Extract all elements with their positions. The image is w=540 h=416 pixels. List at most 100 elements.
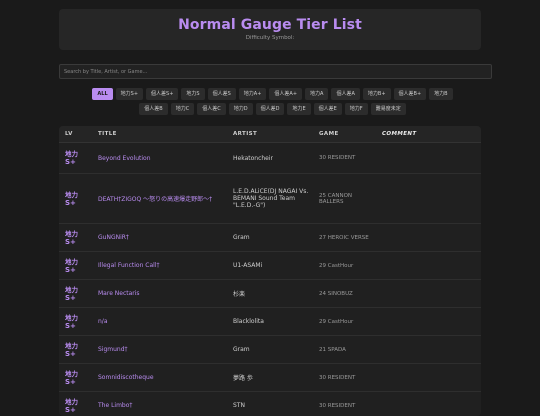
level-cell: 地力S+: [59, 143, 92, 174]
filter-row-1: ALL 地力S+個人差S+地力S 個人差S地力A+個人差A+地力A個人差A 地力B+個…: [59, 88, 486, 100]
search-input[interactable]: [59, 64, 492, 79]
level-cell: 地力S+: [59, 364, 92, 392]
column-header-lv[interactable]: LV: [59, 126, 92, 143]
song-game: 30 RESIDENT: [313, 392, 376, 416]
song-game: 24 SINOBUZ: [313, 280, 376, 308]
filter-button[interactable]: 地力C: [171, 103, 195, 115]
song-artist: L.E.D.ALiCE(DJ NAGAI Vs. BEMANI Sound Te…: [227, 174, 313, 224]
song-artist: Blacklolita: [227, 308, 313, 336]
level-category: 地力: [65, 286, 78, 294]
song-game: 29 CastHour: [313, 308, 376, 336]
column-header-comment: COMMENT: [376, 126, 481, 143]
song-title[interactable]: DEATH†ZIGOQ ～怒りの高速爆走野郎～†: [92, 174, 227, 224]
song-comment: [376, 174, 481, 224]
filter-button[interactable]: 個人差A+: [269, 88, 302, 100]
song-comment: [376, 336, 481, 364]
level-category: 地力: [65, 191, 78, 199]
song-game: 21 SPADA: [313, 336, 376, 364]
filter-button[interactable]: 個人差D: [256, 103, 285, 115]
filter-button[interactable]: 個人差S+: [146, 88, 178, 100]
level-category: 地力: [65, 342, 78, 350]
song-title[interactable]: Mare Nectaris: [92, 280, 227, 308]
table-row[interactable]: 地力S+GuNGNiR†Gram27 HEROIC VERSE: [59, 224, 481, 252]
filter-button[interactable]: 地力A: [305, 88, 328, 100]
filter-button[interactable]: 個人差C: [197, 103, 226, 115]
filter-button[interactable]: 地力B: [429, 88, 452, 100]
level-category: 地力: [65, 230, 78, 238]
table-row[interactable]: 地力S+Sigmund†Gram21 SPADA: [59, 336, 481, 364]
song-title[interactable]: Sigmund†: [92, 336, 227, 364]
level-grade: S+: [65, 406, 92, 414]
level-grade: S+: [65, 238, 92, 246]
song-artist: U1-ASAMi: [227, 252, 313, 280]
level-grade: S+: [65, 266, 92, 274]
song-artist: Gram: [227, 224, 313, 252]
level-cell: 地力S+: [59, 308, 92, 336]
song-artist: Hekatoncheir: [227, 143, 313, 174]
song-comment: [376, 280, 481, 308]
table-row[interactable]: 地力S+Mare Nectaris杉楽24 SINOBUZ: [59, 280, 481, 308]
song-comment: [376, 308, 481, 336]
table-row[interactable]: 地力S+The Limbo†STN30 RESIDENT: [59, 392, 481, 416]
level-cell: 地力S+: [59, 392, 92, 416]
page-header: Normal Gauge Tier List Difficulty Symbol…: [59, 9, 481, 50]
tier-table: LV TITLE ARTIST GAME COMMENT 地力S+Beyond …: [59, 126, 481, 416]
song-artist: 杉楽: [227, 280, 313, 308]
level-category: 地力: [65, 258, 78, 266]
filter-button[interactable]: 個人差A: [331, 88, 359, 100]
column-header-game[interactable]: GAME: [313, 126, 376, 143]
filter-button-all[interactable]: ALL: [92, 88, 112, 100]
song-game: 29 CastHour: [313, 252, 376, 280]
table-row[interactable]: 地力S+DEATH†ZIGOQ ～怒りの高速爆走野郎～†L.E.D.ALiCE(…: [59, 174, 481, 224]
song-comment: [376, 224, 481, 252]
filter-button[interactable]: 地力S+: [116, 88, 143, 100]
song-artist: 夢路 歩: [227, 364, 313, 392]
level-category: 地力: [65, 314, 78, 322]
filter-button[interactable]: 地力B+: [363, 88, 391, 100]
song-title[interactable]: Beyond Evolution: [92, 143, 227, 174]
filter-button[interactable]: 個人差S: [208, 88, 236, 100]
table-row[interactable]: 地力S+Somnidiscotheque夢路 歩30 RESIDENT: [59, 364, 481, 392]
column-header-artist[interactable]: ARTIST: [227, 126, 313, 143]
level-grade: S+: [65, 158, 92, 166]
filter-button[interactable]: 個人差B+: [394, 88, 427, 100]
song-game: 27 HEROIC VERSE: [313, 224, 376, 252]
column-header-title[interactable]: TITLE: [92, 126, 227, 143]
filter-button[interactable]: 地力E: [287, 103, 310, 115]
filter-button[interactable]: 地力F: [345, 103, 368, 115]
song-title[interactable]: Illegal Function Call†: [92, 252, 227, 280]
level-category: 地力: [65, 370, 78, 378]
table-row[interactable]: 地力S+Beyond EvolutionHekatoncheir30 RESID…: [59, 143, 481, 174]
table-header-row: LV TITLE ARTIST GAME COMMENT: [59, 126, 481, 143]
level-grade: S+: [65, 350, 92, 358]
filter-button[interactable]: 地力A+: [239, 88, 267, 100]
level-cell: 地力S+: [59, 252, 92, 280]
filter-button[interactable]: 地力S: [181, 88, 204, 100]
level-grade: S+: [65, 322, 92, 330]
level-cell: 地力S+: [59, 224, 92, 252]
difficulty-symbol-label: Difficulty Symbol:: [59, 35, 481, 41]
song-title[interactable]: GuNGNiR†: [92, 224, 227, 252]
song-comment: [376, 392, 481, 416]
table-row[interactable]: 地力S+n/aBlacklolita29 CastHour: [59, 308, 481, 336]
level-grade: S+: [65, 199, 92, 207]
song-title[interactable]: Somnidiscotheque: [92, 364, 227, 392]
song-title[interactable]: n/a: [92, 308, 227, 336]
level-cell: 地力S+: [59, 280, 92, 308]
table-row[interactable]: 地力S+Illegal Function Call†U1-ASAMi29 Cas…: [59, 252, 481, 280]
song-artist: Gram: [227, 336, 313, 364]
level-grade: S+: [65, 378, 92, 386]
level-cell: 地力S+: [59, 336, 92, 364]
song-artist: STN: [227, 392, 313, 416]
level-category: 地力: [65, 398, 78, 406]
page-title: Normal Gauge Tier List: [59, 17, 481, 33]
song-game: 30 RESIDENT: [313, 143, 376, 174]
song-title[interactable]: The Limbo†: [92, 392, 227, 416]
filter-button[interactable]: 個人差E: [314, 103, 342, 115]
level-grade: S+: [65, 294, 92, 302]
song-game: 30 RESIDENT: [313, 364, 376, 392]
filter-button[interactable]: 地力D: [229, 103, 253, 115]
filter-button[interactable]: 難易度未定: [371, 103, 406, 115]
level-cell: 地力S+: [59, 174, 92, 224]
filter-button[interactable]: 個人差B: [139, 103, 167, 115]
